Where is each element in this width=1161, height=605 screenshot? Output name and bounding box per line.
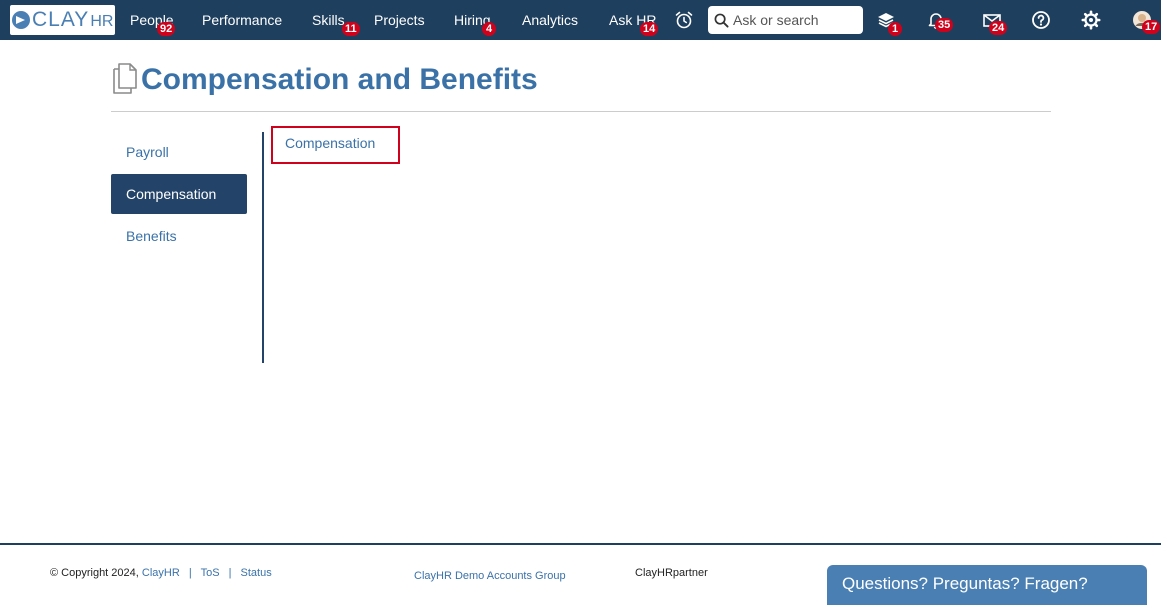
clayhr-logo[interactable]: CLAY HR — [10, 5, 115, 35]
logo-text: CLAY — [32, 8, 90, 31]
learning-badge: 1 — [888, 22, 902, 36]
compensation-link[interactable]: Compensation — [271, 126, 400, 164]
company-link[interactable]: ClayHR — [142, 567, 180, 579]
gear-icon — [1081, 10, 1101, 30]
search-box[interactable] — [708, 6, 863, 34]
status-link[interactable]: Status — [241, 567, 272, 579]
nav-item-skills[interactable]: Skills 11 — [312, 0, 360, 40]
tos-link[interactable]: ToS — [201, 567, 220, 579]
notifications-button[interactable]: 35 — [924, 8, 954, 32]
sidebar-item-benefits[interactable]: Benefits — [111, 216, 247, 256]
page-title: Compensation and Benefits — [141, 63, 538, 96]
nav-label: Performance — [202, 12, 283, 28]
messages-badge: 24 — [989, 21, 1008, 35]
profile-badge: 17 — [1142, 20, 1161, 34]
help-button[interactable] — [1029, 8, 1053, 32]
people-badge: 92 — [157, 22, 176, 36]
accounts-group-link[interactable]: ClayHR Demo Accounts Group — [414, 570, 566, 582]
top-navbar: CLAY HR People 92 Performance Skills 11 … — [0, 0, 1161, 40]
nav-item-people[interactable]: People 92 — [130, 0, 176, 40]
alarm-clock-icon — [675, 11, 693, 29]
nav-item-ask-hr[interactable]: Ask HR 14 — [609, 0, 659, 40]
messages-button[interactable]: 24 — [980, 8, 1008, 35]
search-input[interactable] — [733, 12, 858, 28]
sidebar-item-payroll[interactable]: Payroll — [111, 132, 247, 172]
partner-name: ClayHRpartner — [635, 567, 708, 579]
hiring-badge: 4 — [482, 22, 496, 36]
nav-label: Analytics — [522, 12, 579, 28]
nav-label: Projects — [374, 12, 425, 28]
page-header: Compensation and Benefits — [111, 60, 1051, 112]
logo-suffix: HR — [90, 13, 114, 30]
footer-separator: | — [228, 567, 232, 579]
question-icon — [1032, 11, 1050, 29]
documents-icon — [113, 63, 137, 94]
profile-button[interactable]: 17 — [1130, 8, 1161, 34]
sidebar-divider — [262, 132, 264, 363]
learning-button[interactable]: 1 — [874, 8, 902, 36]
settings-button[interactable] — [1079, 8, 1103, 32]
skills-badge: 11 — [342, 22, 360, 36]
notifications-badge: 35 — [935, 18, 954, 32]
footer-divider — [0, 543, 1161, 545]
nav-item-analytics[interactable]: Analytics — [522, 0, 578, 40]
chat-widget-button[interactable]: Questions? Preguntas? Fragen? — [827, 565, 1147, 605]
search-icon — [714, 13, 729, 28]
copyright-text: © Copyright 2024, — [50, 567, 139, 579]
nav-item-performance[interactable]: Performance — [202, 0, 282, 40]
sidebar-item-compensation[interactable]: Compensation — [111, 174, 247, 214]
logo-mark-icon — [12, 11, 30, 29]
footer-separator: | — [188, 567, 192, 579]
nav-item-hiring[interactable]: Hiring 4 — [454, 0, 496, 40]
nav-item-projects[interactable]: Projects — [374, 0, 425, 40]
footer-copyright: © Copyright 2024, ClayHR | ToS | Status — [50, 567, 272, 579]
timer-button[interactable] — [672, 8, 696, 32]
ask-hr-badge: 14 — [640, 22, 659, 36]
nav-label: Skills — [312, 12, 345, 28]
section-sidebar: Payroll Compensation Benefits — [111, 132, 247, 258]
